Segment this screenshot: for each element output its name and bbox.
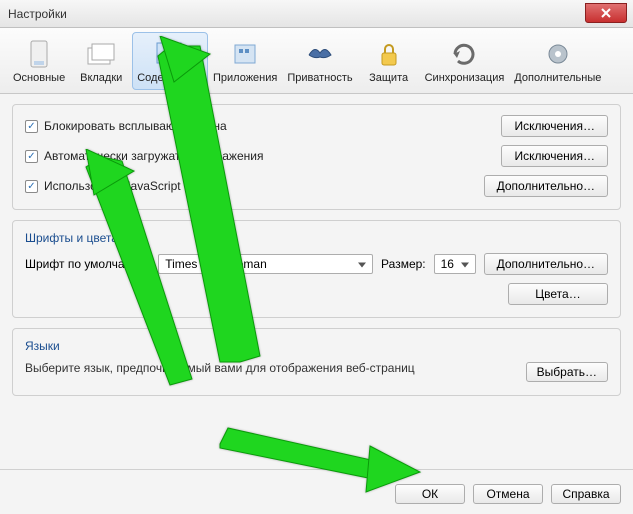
close-button[interactable] [585,3,627,23]
tab-label: Содержимое [137,72,203,84]
colors-button[interactable]: Цвета… [508,283,608,305]
window-title: Настройки [8,7,67,21]
lock-icon [373,38,405,70]
tabs-icon [85,38,117,70]
tab-label: Приватность [287,72,352,84]
tab-label: Вкладки [80,72,122,84]
advanced-fonts-button[interactable]: Дополнительно… [484,253,608,275]
section-title: Шрифты и цвета [25,229,608,245]
checkboxes-group: ✓ Блокировать всплывающие окна Исключени… [12,104,621,210]
panel-content: ✓ Блокировать всплывающие окна Исключени… [0,94,633,514]
languages-group: Языки Выберите язык, предпочитаемый вами… [12,328,621,396]
ok-button[interactable]: ОК [395,484,465,504]
checkbox-label: Автоматически загружать изображения [44,149,263,163]
checkbox-label: Использовать JavaScript [44,179,181,193]
tab-security[interactable]: Защита [358,32,420,90]
checkbox-use-javascript[interactable]: ✓ [25,180,38,193]
choose-language-button[interactable]: Выбрать… [526,362,608,382]
tab-general[interactable]: Основные [8,32,70,90]
tab-label: Приложения [213,72,277,84]
section-title: Языки [25,337,608,353]
privacy-icon [304,38,336,70]
fonts-colors-group: Шрифты и цвета Шрифт по умолчанию: Times… [12,220,621,318]
checkbox-label: Блокировать всплывающие окна [44,119,227,133]
checkbox-block-popups[interactable]: ✓ [25,120,38,133]
tab-sync[interactable]: Синхронизация [420,32,510,90]
tab-label: Дополнительные [514,72,601,84]
tab-label: Синхронизация [425,72,505,84]
default-font-select[interactable]: Times New Roman [158,254,373,274]
checkbox-autoload-images[interactable]: ✓ [25,150,38,163]
tab-advanced[interactable]: Дополнительные [509,32,606,90]
tab-label: Защита [369,72,408,84]
help-button[interactable]: Справка [551,484,621,504]
general-icon [23,38,55,70]
cancel-button[interactable]: Отмена [473,484,543,504]
content-icon [154,38,186,70]
font-size-select[interactable]: 16 [434,254,476,274]
default-font-label: Шрифт по умолчанию: [25,257,150,271]
applications-icon [229,38,261,70]
dialog-buttons: ОК Отмена Справка [395,484,621,504]
advanced-button-js[interactable]: Дополнительно… [484,175,608,197]
tab-label: Основные [13,72,65,84]
exceptions-button-popups[interactable]: Исключения… [501,115,608,137]
window-titlebar: Настройки [0,0,633,28]
exceptions-button-images[interactable]: Исключения… [501,145,608,167]
tab-tabs[interactable]: Вкладки [70,32,132,90]
gear-icon [542,38,574,70]
tab-privacy[interactable]: Приватность [282,32,357,90]
close-icon [601,8,611,18]
languages-description: Выберите язык, предпочитаемый вами для о… [25,361,415,375]
font-size-label: Размер: [381,257,426,271]
tab-applications[interactable]: Приложения [208,32,282,90]
sync-icon [448,38,480,70]
category-toolbar: Основные Вкладки Содержимое Приложения П… [0,28,633,94]
tab-content[interactable]: Содержимое [132,32,208,90]
separator [0,469,633,470]
